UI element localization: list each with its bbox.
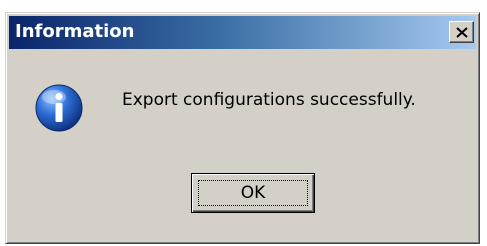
close-icon xyxy=(456,27,468,38)
dialog-message: Export configurations successfully. xyxy=(122,90,416,110)
dialog-title: Information xyxy=(15,21,135,42)
information-dialog: Information Export configurations succes… xyxy=(5,12,480,244)
title-bar[interactable]: Information xyxy=(9,16,476,49)
information-icon xyxy=(35,84,83,132)
ok-button[interactable]: OK xyxy=(191,173,315,213)
close-button[interactable] xyxy=(449,21,474,43)
ok-button-label: OK xyxy=(240,183,266,203)
